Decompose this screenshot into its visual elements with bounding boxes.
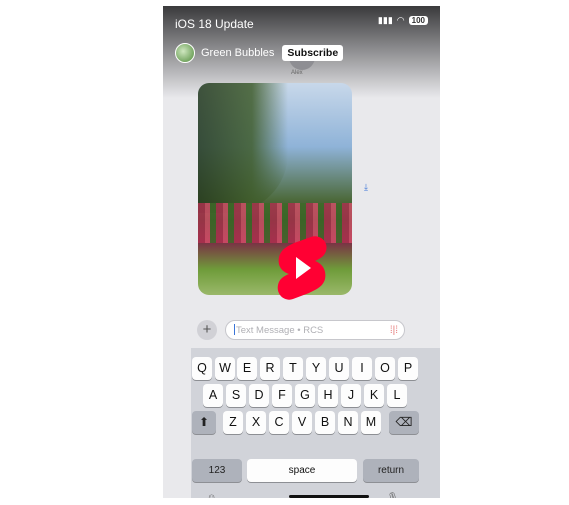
channel-name[interactable]: Green Bubbles [201, 47, 274, 59]
return-key[interactable]: return [363, 459, 419, 482]
delete-key[interactable]: ⌫ [389, 411, 419, 434]
shift-key[interactable]: ⬆ [192, 411, 216, 434]
key-j[interactable]: J [341, 384, 361, 407]
save-photo-icon[interactable]: ⤓ [364, 182, 368, 193]
key-m[interactable]: M [361, 411, 381, 434]
key-e[interactable]: E [237, 357, 257, 380]
key-s[interactable]: S [226, 384, 246, 407]
home-indicator [289, 495, 369, 498]
video-title[interactable]: iOS 18 Update [175, 17, 254, 31]
keyboard: Q W E R T Y U I O P A S D F G H J K L ⬆ … [191, 348, 440, 498]
key-o[interactable]: O [375, 357, 395, 380]
key-d[interactable]: D [249, 384, 269, 407]
key-x[interactable]: X [246, 411, 266, 434]
youtube-shorts-play-icon[interactable] [275, 235, 329, 301]
key-w[interactable]: W [215, 357, 235, 380]
key-z[interactable]: Z [223, 411, 243, 434]
key-l[interactable]: L [387, 384, 407, 407]
key-b[interactable]: B [315, 411, 335, 434]
add-attachment-button[interactable]: + [197, 320, 217, 340]
contact-name: Alex [291, 70, 303, 76]
message-placeholder: Text Message • RCS [236, 325, 324, 336]
key-i[interactable]: I [352, 357, 372, 380]
key-q[interactable]: Q [192, 357, 212, 380]
photo-trees [198, 83, 288, 213]
key-k[interactable]: K [364, 384, 384, 407]
numbers-key[interactable]: 123 [192, 459, 242, 482]
key-y[interactable]: Y [306, 357, 326, 380]
message-input[interactable]: Text Message • RCS ⁞|⁞ [225, 320, 405, 340]
key-f[interactable]: F [272, 384, 292, 407]
key-t[interactable]: T [283, 357, 303, 380]
space-key[interactable]: space [247, 459, 357, 482]
key-g[interactable]: G [295, 384, 315, 407]
video-frame[interactable]: Alex iOS 18 Update ▮▮▮ ◠ 100 Green Bubbl… [163, 6, 440, 498]
key-v[interactable]: V [292, 411, 312, 434]
key-a[interactable]: A [203, 384, 223, 407]
channel-avatar[interactable] [175, 43, 195, 63]
signal-icon: ▮▮▮ [377, 15, 393, 25]
audio-waveform-icon[interactable]: ⁞|⁞ [390, 321, 398, 341]
subscribe-button[interactable]: Subscribe [282, 45, 344, 61]
battery-indicator: 100 [408, 16, 428, 25]
channel-row: Green Bubbles Subscribe [175, 43, 344, 63]
text-cursor [234, 324, 235, 335]
wifi-icon: ◠ [396, 15, 405, 25]
status-bar: ▮▮▮ ◠ 100 [378, 15, 428, 26]
key-c[interactable]: C [269, 411, 289, 434]
key-p[interactable]: P [398, 357, 418, 380]
key-u[interactable]: U [329, 357, 349, 380]
message-composer: + Text Message • RCS ⁞|⁞ [163, 318, 440, 344]
emoji-icon[interactable]: ☺ [207, 492, 216, 498]
key-r[interactable]: R [260, 357, 280, 380]
key-n[interactable]: N [338, 411, 358, 434]
dictation-icon[interactable]: 🎙 [387, 492, 398, 498]
key-h[interactable]: H [318, 384, 338, 407]
